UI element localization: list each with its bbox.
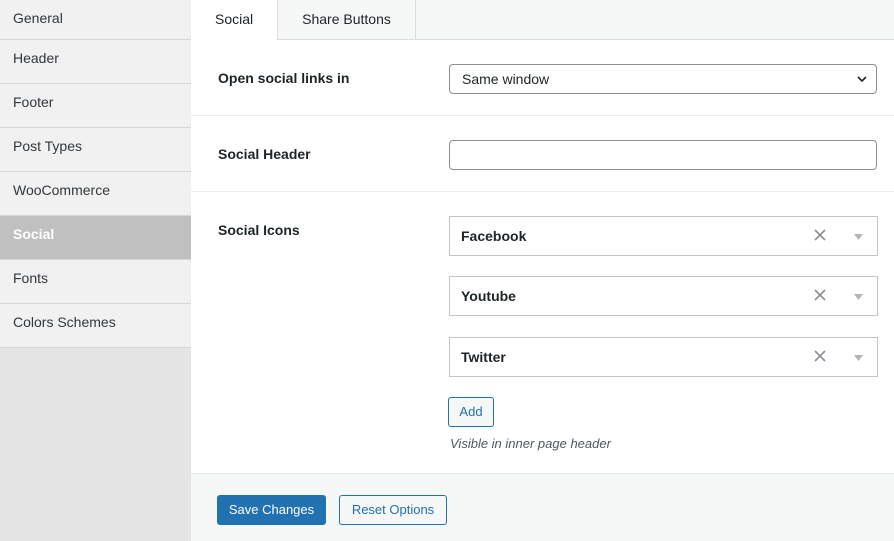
row-open-links: Open social links in Same window <box>191 40 894 116</box>
open-links-label: Open social links in <box>218 70 350 86</box>
save-changes-button[interactable]: Save Changes <box>217 495 326 525</box>
reset-options-button[interactable]: Reset Options <box>339 495 447 525</box>
social-header-label: Social Header <box>218 146 311 162</box>
tab-social[interactable]: Social <box>191 0 279 41</box>
chevron-down-icon <box>857 76 867 83</box>
open-links-value: Same window <box>462 71 550 87</box>
settings-sidebar: General Header Footer Post Types WooComm… <box>0 0 191 541</box>
social-icon-name: Facebook <box>461 228 527 244</box>
settings-panel: Social Share Buttons Open social links i… <box>191 0 894 541</box>
add-social-icon-button[interactable]: Add <box>448 397 494 427</box>
social-icon-item-facebook[interactable]: Facebook <box>449 216 878 256</box>
social-icons-hint: Visible in inner page header <box>450 436 611 451</box>
sidebar-item-post-types[interactable]: Post Types <box>0 128 191 172</box>
sidebar-item-footer[interactable]: Footer <box>0 84 191 128</box>
tab-bar: Social Share Buttons <box>191 0 894 41</box>
caret-down-icon[interactable] <box>854 234 863 240</box>
social-icon-item-youtube[interactable]: Youtube <box>449 276 878 316</box>
sidebar-item-general[interactable]: General <box>0 0 191 40</box>
caret-down-icon[interactable] <box>854 294 863 300</box>
sidebar-item-header[interactable]: Header <box>0 40 191 84</box>
form-footer: Save Changes Reset Options <box>191 473 894 541</box>
close-icon[interactable] <box>813 349 827 363</box>
row-social-icons: Social Icons Facebook Youtube Twitter Ad… <box>191 192 894 473</box>
social-icon-name: Twitter <box>461 349 506 365</box>
open-links-select[interactable]: Same window <box>449 64 877 94</box>
tab-share-buttons[interactable]: Share Buttons <box>278 0 416 40</box>
social-header-input[interactable] <box>449 140 877 170</box>
social-icons-label: Social Icons <box>218 222 300 238</box>
row-social-header: Social Header <box>191 116 894 192</box>
sidebar-item-social[interactable]: Social <box>0 216 191 260</box>
caret-down-icon[interactable] <box>854 355 863 361</box>
close-icon[interactable] <box>813 288 827 302</box>
close-icon[interactable] <box>813 228 827 242</box>
sidebar-item-woocommerce[interactable]: WooCommerce <box>0 172 191 216</box>
social-icon-name: Youtube <box>461 288 516 304</box>
sidebar-item-fonts[interactable]: Fonts <box>0 260 191 304</box>
sidebar-item-colors-schemes[interactable]: Colors Schemes <box>0 304 191 348</box>
social-icon-item-twitter[interactable]: Twitter <box>449 337 878 377</box>
